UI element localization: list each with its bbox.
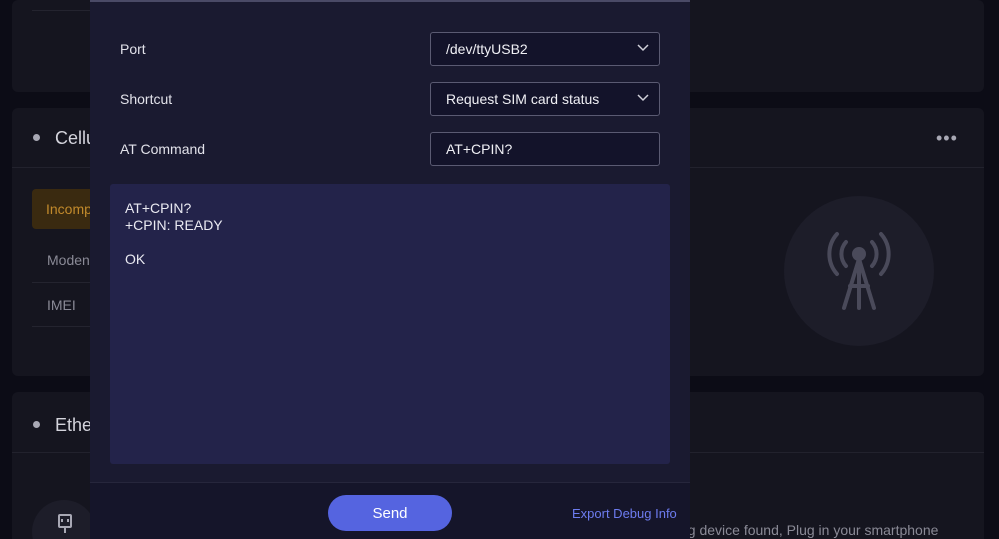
port-select[interactable]: /dev/ttyUSB2 (430, 32, 660, 66)
send-button[interactable]: Send (328, 495, 452, 531)
cellular-status-dot (33, 134, 40, 141)
output-line: +CPIN: READY (125, 217, 223, 233)
cell-tower-icon (827, 232, 891, 310)
more-horizontal-icon[interactable]: ••• (936, 128, 958, 149)
chevron-down-icon (637, 44, 649, 52)
output-line: OK (125, 251, 146, 267)
output-line: AT+CPIN? (125, 200, 192, 216)
shortcut-select-value: Request SIM card status (446, 91, 600, 107)
modem-label: Moden (47, 252, 90, 268)
port-label: Port (120, 41, 146, 57)
shortcut-label: Shortcut (120, 91, 173, 107)
shortcut-select[interactable]: Request SIM card status (430, 82, 660, 116)
usb-plug-icon (58, 514, 72, 533)
ethernet-status-dot (33, 421, 40, 428)
export-debug-info-link[interactable]: Export Debug Info (572, 506, 677, 521)
ethernet-message: ng device found, Plug in your smartphone (680, 522, 939, 538)
command-output: AT+CPIN? +CPIN: READY OK (110, 184, 670, 464)
port-select-value: /dev/ttyUSB2 (446, 41, 528, 57)
at-command-dialog: Port /dev/ttyUSB2 Shortcut Request SIM c… (90, 0, 690, 539)
background-divider (32, 10, 92, 11)
chevron-down-icon (637, 94, 649, 102)
at-command-label: AT Command (120, 141, 206, 157)
at-command-input[interactable]: AT+CPIN? (430, 132, 660, 166)
ethernet-title: Ethe (55, 415, 93, 435)
row-divider (32, 326, 92, 327)
cell-tower-icon-container (784, 196, 934, 346)
imei-label: IMEI (47, 297, 76, 313)
row-divider (32, 282, 92, 283)
